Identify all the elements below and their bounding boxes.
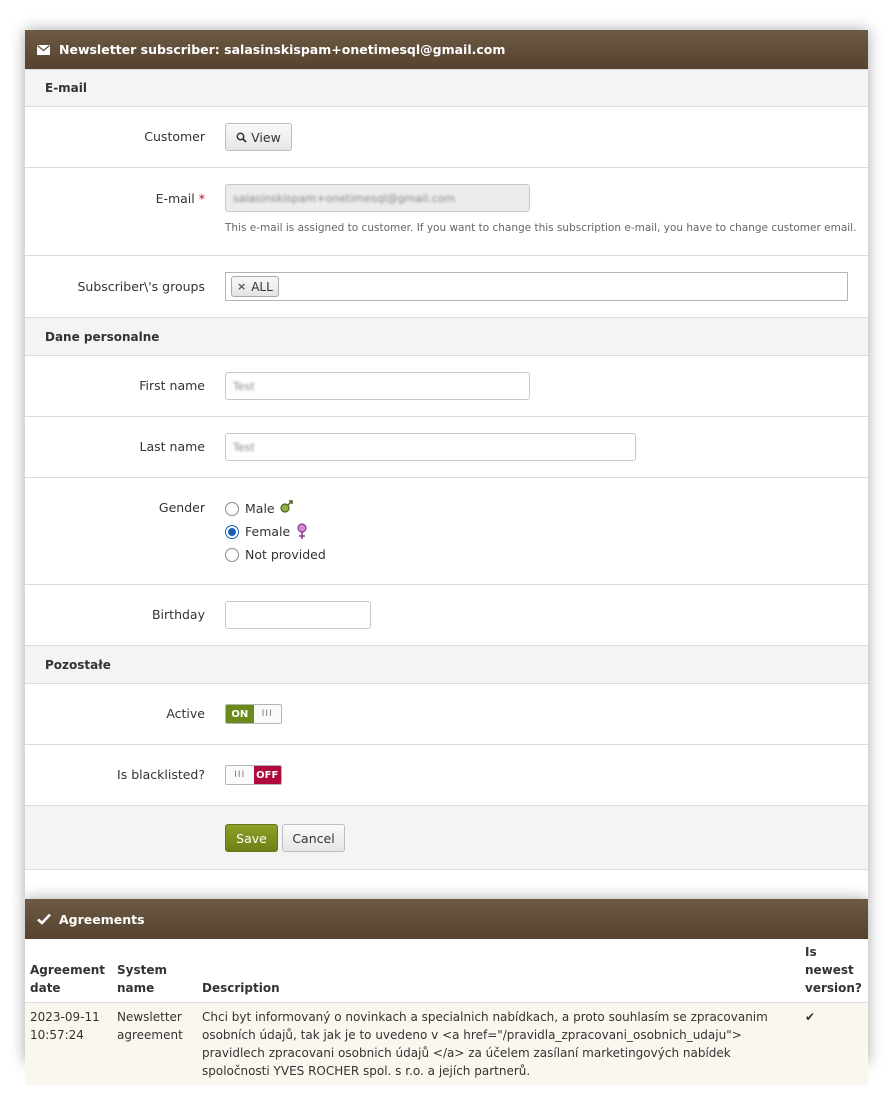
agreements-header: Agreements [25, 899, 868, 939]
cancel-button[interactable]: Cancel [282, 824, 345, 852]
active-toggle-grip: III [253, 705, 281, 723]
agreements-title: Agreements [59, 911, 145, 927]
first-name-field[interactable]: Test [225, 372, 530, 400]
blacklisted-toggle-grip: III [226, 766, 254, 784]
blacklisted-label: Is blacklisted? [117, 767, 205, 782]
not-provided-radio[interactable] [225, 547, 239, 562]
email-field[interactable]: salasinskispam+onetimesql@gmail.com [225, 184, 530, 212]
newest-check-icon: ✔ [800, 1002, 868, 1085]
email-value: salasinskispam+onetimesql@gmail.com [233, 191, 456, 205]
email-label: E-mail * [25, 191, 205, 206]
groups-row: Subscriber\'s groups × ALL [25, 256, 868, 318]
female-symbol-icon [296, 523, 308, 540]
female-label: Female [245, 524, 291, 539]
birthday-label: Birthday [151, 607, 205, 622]
col-system-name: System name [112, 939, 197, 1003]
gender-radio-group: Male Female Not provided [225, 497, 326, 566]
gender-option-male[interactable]: Male [225, 497, 326, 520]
active-on-label: ON [226, 705, 254, 723]
email-label-text: E-mail [155, 191, 195, 206]
panel-header: Newsletter subscriber: salasinskispam+on… [25, 30, 868, 69]
gender-option-not-provided[interactable]: Not provided [225, 543, 326, 566]
active-row: Active ON III [25, 684, 868, 745]
last-name-label: Last name [139, 439, 205, 454]
male-label: Male [245, 501, 275, 516]
envelope-icon [37, 44, 51, 56]
active-toggle[interactable]: ON III [225, 704, 282, 724]
not-provided-label: Not provided [245, 547, 326, 562]
form-actions: Save Cancel [25, 806, 868, 870]
subscriber-panel: Newsletter subscriber: salasinskispam+on… [25, 30, 868, 899]
view-button-label: View [251, 129, 281, 145]
section-other: Pozostałe [25, 646, 868, 684]
gender-option-female[interactable]: Female [225, 520, 326, 543]
agreements-header-row: Agreement date System name Description I… [25, 939, 868, 1003]
group-tag: × ALL [231, 276, 279, 297]
last-name-row: Last name Test [25, 417, 868, 478]
system-name-cell: Newsletter agreement [112, 1002, 197, 1085]
col-is-newest: Is newest version? [800, 939, 868, 1003]
male-radio[interactable] [225, 501, 239, 516]
group-tag-label: ALL [251, 279, 273, 294]
agreements-table: Agreement date System name Description I… [25, 939, 868, 1085]
section-personal: Dane personalne [25, 318, 868, 356]
birthday-field[interactable] [225, 601, 371, 629]
customer-row: Customer View [25, 107, 868, 168]
groups-select[interactable]: × ALL [225, 272, 848, 301]
tag-remove-icon[interactable]: × [237, 280, 246, 293]
blacklisted-toggle[interactable]: III OFF [225, 765, 282, 785]
save-button[interactable]: Save [225, 824, 278, 852]
email-row: E-mail * salasinskispam+onetimesql@gmail… [25, 168, 868, 256]
gender-row: Gender Male Female Not provided [25, 478, 868, 585]
required-mark: * [198, 191, 205, 206]
col-description: Description [197, 939, 800, 1003]
last-name-field[interactable]: Test [225, 433, 636, 461]
view-customer-button[interactable]: View [225, 123, 292, 151]
section-email: E-mail [25, 69, 868, 107]
gender-label: Gender [158, 500, 205, 515]
first-name-value: Test [233, 379, 255, 393]
blacklisted-off-label: OFF [253, 766, 281, 784]
agreement-date-cell: 2023-09-11 10:57:24 [25, 1002, 112, 1085]
first-name-row: First name Test [25, 356, 868, 417]
female-radio[interactable] [225, 524, 239, 539]
search-icon [236, 132, 247, 143]
customer-label: Customer [144, 129, 205, 144]
col-agreement-date: Agreement date [25, 939, 112, 1003]
active-label: Active [166, 706, 205, 721]
first-name-label: First name [139, 378, 205, 393]
birthday-row: Birthday [25, 585, 868, 646]
male-symbol-icon [279, 498, 295, 514]
agreements-panel: Agreements Agreement date System name De… [25, 899, 868, 1085]
description-cell: Chci byt informovaný o novinkach a speci… [197, 1002, 800, 1085]
email-help-text: This e-mail is assigned to customer. If … [225, 222, 857, 234]
table-row: 2023-09-11 10:57:24 Newsletter agreement… [25, 1002, 868, 1085]
blacklisted-row: Is blacklisted? III OFF [25, 745, 868, 806]
panel-title: Newsletter subscriber: salasinskispam+on… [59, 42, 506, 57]
groups-label: Subscriber\'s groups [77, 279, 205, 294]
check-icon [37, 913, 51, 925]
last-name-value: Test [233, 440, 255, 454]
